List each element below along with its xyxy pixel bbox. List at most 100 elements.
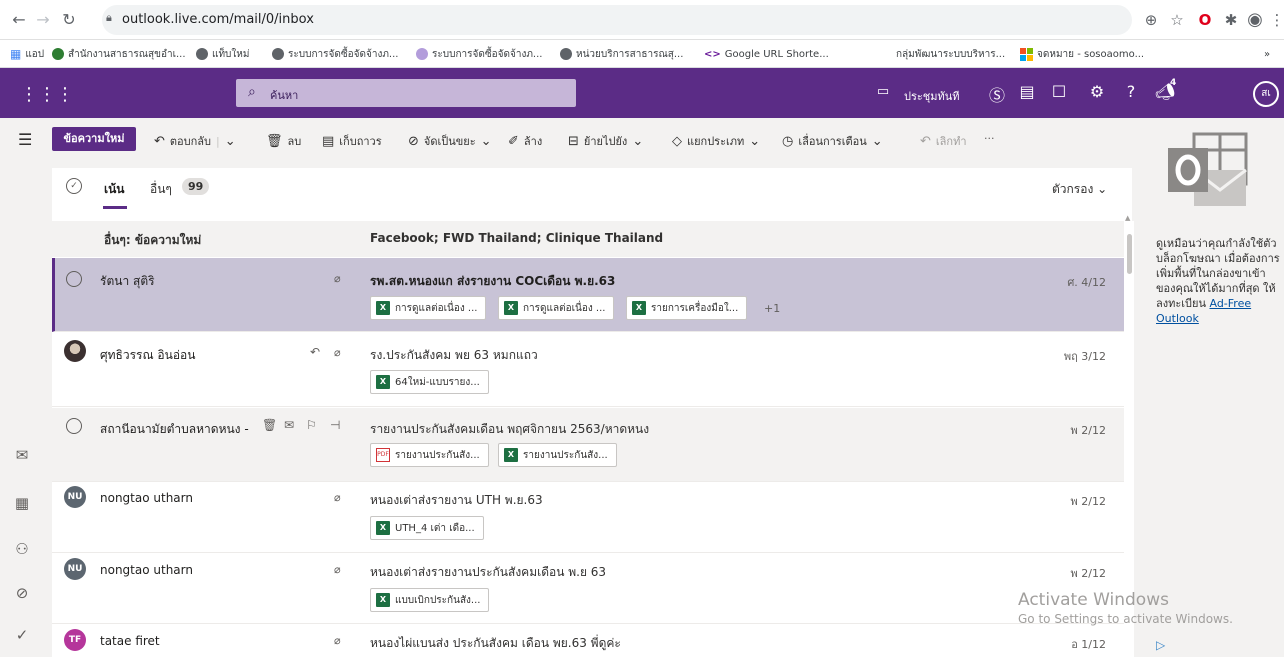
categorize-button[interactable]: ◇ แยกประเภท ⌄	[672, 132, 760, 150]
site-favicon-icon	[52, 48, 64, 60]
activate-windows-subtitle: Go to Settings to activate Windows.	[1018, 612, 1233, 626]
delete-button[interactable]: 🗑︎ ลบ	[266, 132, 301, 150]
message-sender: tatae firet	[100, 634, 160, 648]
app-launcher-icon[interactable]: ⋮⋮⋮	[20, 84, 74, 105]
video-camera-icon[interactable]: ▭	[872, 84, 894, 99]
attachment-chip[interactable]: PDF รายงานประกันสัง...	[370, 443, 489, 467]
excel-file-icon: X	[376, 375, 390, 389]
my-day-icon[interactable]: ☐	[1048, 82, 1070, 101]
bookmark-item[interactable]: สำนักงานสาธารณสุขอำเ...	[52, 46, 186, 62]
calendar-icon[interactable]: ▦	[12, 494, 32, 512]
attachment-chip[interactable]: X แบบเบิกประกันสัง...	[370, 588, 490, 612]
forward-arrow-icon[interactable]: →	[32, 10, 54, 30]
message-select-radio[interactable]	[66, 271, 82, 287]
notification-count: 4	[1170, 78, 1177, 88]
mail-icon[interactable]: ✉	[12, 446, 32, 464]
excel-file-icon: X	[376, 593, 390, 607]
account-avatar[interactable]: สเ	[1253, 81, 1279, 107]
pdf-file-icon: PDF	[376, 448, 390, 462]
bookmark-item[interactable]: ระบบการจัดซื้อจัดจ้างภ...	[416, 46, 542, 62]
message-row[interactable]	[52, 258, 1124, 332]
chevron-down-icon: ⌄	[1097, 182, 1108, 196]
attachment-chip[interactable]: X การดูแลต่อเนื่อง ...	[498, 296, 615, 320]
reply-button[interactable]: ↶ ตอบกลับ | ⌄	[154, 132, 236, 150]
people-icon[interactable]: ⚇	[12, 540, 32, 558]
attachment-chip[interactable]: X การดูแลต่อเนื่อง ...	[370, 296, 487, 320]
bookmark-apps[interactable]: ▦ แอป	[10, 46, 44, 62]
message-subject: รายงานประกันสังคมเดือน พฤศจิกายน 2563/หา…	[370, 422, 650, 436]
attachment-chip[interactable]: X UTH_4 เต่า เดือ...	[370, 516, 484, 540]
chevron-down-icon: ⌄	[480, 133, 492, 149]
bookmark-item[interactable]: แท็บใหม่	[196, 46, 249, 62]
junk-button[interactable]: ⊘ จัดเป็นขยะ ⌄	[408, 132, 492, 150]
attachment-chip[interactable]: X 64ใหม่-แบบรายง...	[370, 370, 489, 394]
bookmark-item[interactable]: จดหมาย - sosoaomo...	[1020, 46, 1144, 62]
site-favicon-icon	[416, 48, 428, 60]
scrollbar-thumb[interactable]	[1127, 234, 1132, 274]
attachment-chip[interactable]: X รายการเครื่องมือใ...	[626, 296, 748, 320]
office-icon[interactable]: ▤	[1016, 82, 1038, 101]
message-select-radio[interactable]	[66, 418, 82, 434]
lock-icon[interactable]: 🔒︎	[106, 11, 112, 25]
bookmark-item[interactable]: กลุ่มพัฒนาระบบบริหาร...	[896, 46, 1005, 62]
more-attachments[interactable]: +1	[764, 302, 780, 315]
tab-other[interactable]: อื่นๆ	[150, 180, 172, 199]
profile-icon[interactable]: ◉	[1244, 10, 1266, 30]
globe-icon	[196, 48, 208, 60]
new-message-button[interactable]: ข้อความใหม่	[52, 127, 136, 151]
undo-icon: ↶	[920, 133, 931, 149]
snooze-button[interactable]: ◷ เลื่อนการเตือน ⌄	[782, 132, 883, 150]
other-count-badge: 99	[182, 178, 210, 195]
message-row[interactable]	[52, 333, 1124, 407]
hamburger-menu-icon[interactable]: ☰	[18, 130, 32, 149]
star-bookmark-icon[interactable]: ☆	[1166, 10, 1188, 30]
opera-extension-icon[interactable]: O	[1194, 10, 1216, 30]
bookmark-item[interactable]: <> Google URL Shorte...	[704, 46, 829, 62]
todo-check-icon[interactable]: ✓	[12, 626, 32, 644]
excel-file-icon: X	[376, 301, 390, 315]
undo-button[interactable]: ↶ เลิกทำ	[920, 132, 967, 150]
flag-icon[interactable]: ⚐	[306, 418, 317, 432]
bookmark-item[interactable]: ระบบการจัดซื้อจัดจ้างภ...	[272, 46, 398, 62]
tab-focused[interactable]: เน้น	[104, 180, 125, 199]
bookmarks-overflow[interactable]: »	[1264, 46, 1270, 62]
help-icon[interactable]: ?	[1120, 82, 1142, 101]
puzzle-extensions-icon[interactable]: ✱	[1220, 10, 1242, 30]
attachment-files-icon[interactable]: ⊘	[12, 584, 32, 602]
delete-row-icon[interactable]: 🗑︎	[262, 418, 277, 432]
search-icon: ⌕	[248, 84, 256, 100]
adchoices-play-icon[interactable]: ▷	[1156, 638, 1165, 652]
mark-read-envelope-icon[interactable]: ✉	[284, 418, 294, 432]
chevron-down-icon: ⌄	[871, 133, 883, 149]
message-sender: รัตนา สุติริ	[100, 274, 155, 288]
reload-icon[interactable]: ↻	[58, 10, 80, 30]
message-date: พ 2/12	[1070, 495, 1106, 508]
message-date: พฤ 3/12	[1063, 350, 1106, 363]
scroll-up-arrow-icon[interactable]: ▲	[1125, 214, 1130, 222]
message-subject: หนองเต่าส่งรายงาน UTH พ.ย.63	[370, 493, 543, 507]
activate-windows-title: Activate Windows	[1018, 590, 1169, 610]
move-folder-icon: ⊟	[568, 133, 579, 149]
tag-icon: ◇	[672, 133, 682, 149]
skype-icon[interactable]: Ⓢ	[986, 82, 1008, 106]
attachment-chip[interactable]: X รายงานประกันสัง...	[498, 443, 617, 467]
select-all-checkbox[interactable]: ✓	[66, 178, 82, 194]
archive-button[interactable]: ▤ เก็บถาวร	[322, 132, 382, 150]
globe-icon	[560, 48, 572, 60]
sweep-button[interactable]: ✐ ล้าง	[508, 132, 542, 150]
message-subject: รง.ประกันสังคม พย 63 หมกแถว	[370, 348, 538, 362]
more-commands-button[interactable]: ···	[984, 132, 995, 145]
block-icon: ⊘	[408, 133, 419, 149]
filter-button[interactable]: ตัวกรอง ⌄	[1052, 180, 1107, 199]
back-arrow-icon[interactable]: ←	[8, 10, 30, 30]
move-to-button[interactable]: ⊟ ย้ายไปยัง ⌄	[568, 132, 643, 150]
excel-file-icon: X	[376, 521, 390, 535]
bookmark-item[interactable]: หน่วยบริการสาธารณสุ...	[560, 46, 683, 62]
meet-now-button[interactable]: ประชุมทันที	[904, 87, 960, 105]
chevron-down-icon[interactable]: ⌄	[225, 134, 236, 149]
message-row[interactable]	[52, 483, 1124, 553]
pin-icon[interactable]: ⊣	[330, 418, 340, 432]
zoom-icon[interactable]: ⊕	[1140, 10, 1162, 30]
settings-gear-icon[interactable]: ⚙	[1086, 82, 1108, 101]
kebab-menu-icon[interactable]: ⋮	[1266, 10, 1284, 30]
